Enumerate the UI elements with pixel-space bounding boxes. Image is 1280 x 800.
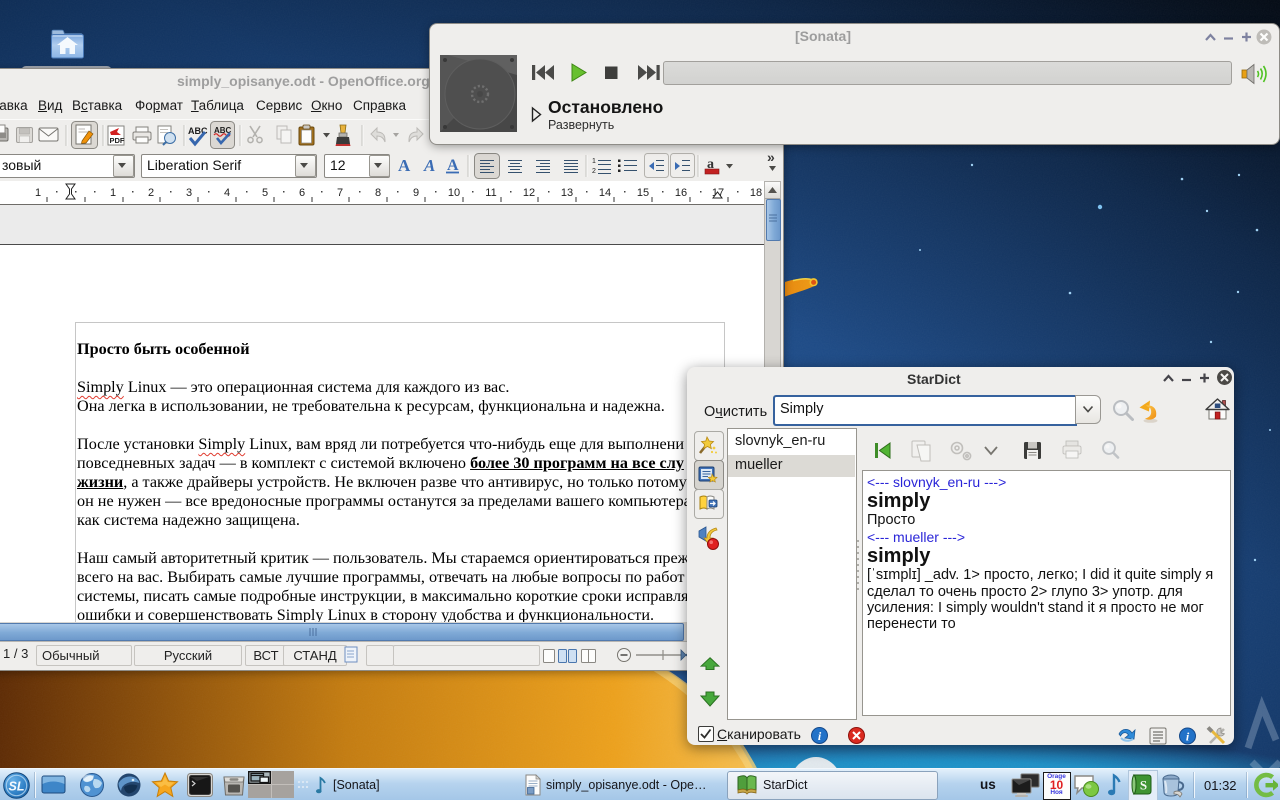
svg-text:15: 15 xyxy=(637,187,649,199)
svg-text:2: 2 xyxy=(148,187,154,199)
svg-text:1: 1 xyxy=(35,187,41,199)
svg-text:7: 7 xyxy=(337,187,343,199)
svg-text:9: 9 xyxy=(413,187,419,199)
svg-text:8: 8 xyxy=(375,187,381,199)
svg-text:5: 5 xyxy=(262,187,268,199)
svg-text:10: 10 xyxy=(448,187,460,199)
svg-text:2: 2 xyxy=(592,168,596,175)
svg-text:3: 3 xyxy=(186,187,192,199)
svg-text:13: 13 xyxy=(561,187,573,199)
svg-text:ABC: ABC xyxy=(188,126,208,136)
svg-text:11: 11 xyxy=(485,187,496,199)
svg-text:A: A xyxy=(447,157,459,174)
svg-text:14: 14 xyxy=(599,187,611,199)
svg-text:S: S xyxy=(1140,778,1147,793)
svg-text:SL: SL xyxy=(9,779,25,793)
svg-text:A: A xyxy=(398,156,411,175)
svg-text:PDF: PDF xyxy=(110,136,125,145)
svg-text:6: 6 xyxy=(299,187,305,199)
svg-text:16: 16 xyxy=(675,187,687,199)
svg-text:1: 1 xyxy=(110,187,116,199)
svg-text:4: 4 xyxy=(224,187,230,199)
svg-text:18: 18 xyxy=(750,187,762,199)
svg-text:1: 1 xyxy=(592,158,596,165)
svg-text:A: A xyxy=(423,156,435,175)
svg-text:12: 12 xyxy=(523,187,535,199)
